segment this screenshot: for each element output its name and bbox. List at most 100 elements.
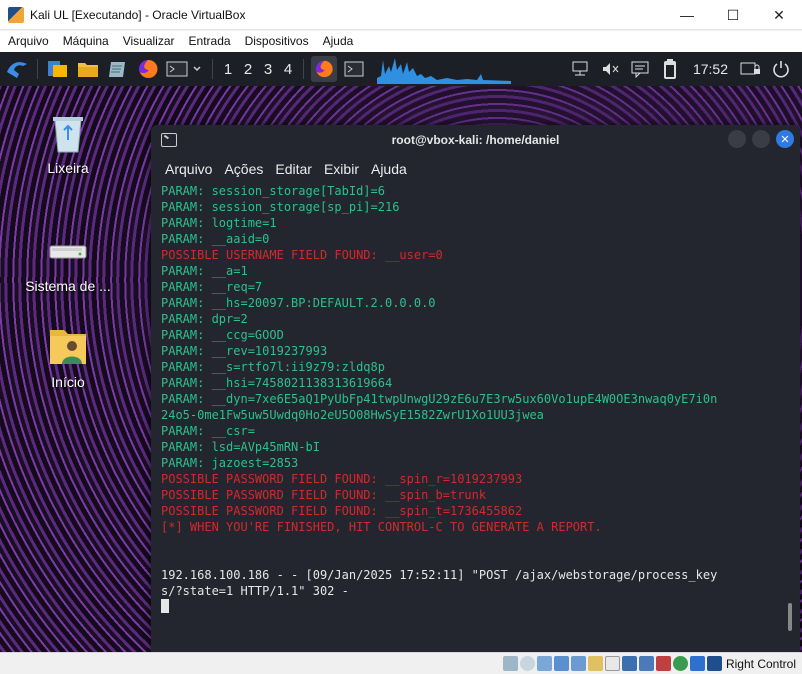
terminal-line: PARAM: lsd=AVp45mRN-bI (161, 440, 320, 454)
shared-folders-status-icon[interactable] (587, 656, 603, 671)
hard-disk-status-icon[interactable] (502, 656, 518, 671)
kali-top-panel: 1 2 3 4 17:52 (0, 52, 802, 86)
terminal-line: s/?state=1 HTTP/1.1" 302 - (161, 584, 349, 598)
guest-display[interactable]: 1 2 3 4 17:52 Lixeira Sistema de ... Iní… (0, 52, 802, 652)
taskbar-firefox-icon[interactable] (311, 56, 337, 82)
network-icon[interactable] (567, 56, 593, 82)
panel-separator (37, 59, 38, 79)
usb-status-icon[interactable] (570, 656, 586, 671)
vbox-menu-dispositivos[interactable]: Dispositivos (239, 31, 315, 52)
terminal-minimize-button[interactable] (728, 130, 746, 148)
workspace-3[interactable]: 3 (258, 61, 278, 78)
maximize-button[interactable]: ☐ (710, 0, 756, 30)
desktop-icon-home[interactable]: Início (18, 324, 118, 390)
terminal-maximize-button[interactable] (752, 130, 770, 148)
vbox-menu-arquivo[interactable]: Arquivo (2, 31, 55, 52)
desktop-icon-filesystem[interactable]: Sistema de ... (18, 228, 118, 294)
terminal-line: PARAM: __csr= (161, 424, 255, 438)
terminal-line: PARAM: session_storage[TabId]=6 (161, 184, 385, 198)
terminal-line: PARAM: __req=7 (161, 280, 263, 294)
folder-icon[interactable] (75, 56, 101, 82)
host-key-label: Right Control (725, 656, 796, 671)
notifications-icon[interactable] (627, 56, 653, 82)
terminal-line: 24o5-0me1Fw5uw5Uwdq0Ho2eU5O08HwSyE1582Zw… (161, 408, 544, 422)
clock[interactable]: 17:52 (693, 61, 728, 77)
terminal-line: 192.168.100.186 - - [09/Jan/2025 17:52:1… (161, 568, 718, 582)
lock-screen-icon[interactable] (738, 56, 764, 82)
trash-icon (53, 117, 83, 153)
power-icon[interactable] (768, 56, 794, 82)
terminal-line: PARAM: dpr=2 (161, 312, 248, 326)
close-icon: ✕ (780, 133, 790, 146)
battery-icon (657, 56, 683, 82)
optical-drive-status-icon[interactable] (519, 656, 535, 671)
cpu-graph (377, 54, 511, 84)
terminal-menu-editar[interactable]: Editar (275, 161, 312, 177)
home-folder-icon (50, 330, 86, 364)
terminal-line: PARAM: __rev=1019237993 (161, 344, 328, 358)
terminal-icon (161, 133, 177, 147)
desktop-icon-label: Início (51, 374, 85, 390)
terminal-line: PARAM: logtime=1 (161, 216, 277, 230)
display-status-icon[interactable] (604, 656, 620, 671)
workspace-1[interactable]: 1 (218, 61, 238, 78)
panel-separator (212, 59, 213, 79)
terminal-launcher-icon[interactable] (165, 56, 205, 82)
taskbar-terminal-icon[interactable] (341, 56, 367, 82)
terminal-menu-ajuda[interactable]: Ajuda (371, 161, 407, 177)
terminal-menu-acoes[interactable]: Ações (224, 161, 263, 177)
vbox-menubar: Arquivo Máquina Visualizar Entrada Dispo… (0, 31, 802, 52)
workspace-2[interactable]: 2 (238, 61, 258, 78)
terminal-close-button[interactable]: ✕ (776, 130, 794, 148)
terminal-output[interactable]: PARAM: session_storage[TabId]=6 PARAM: se… (161, 183, 776, 615)
files-icon[interactable] (45, 56, 71, 82)
kali-menu-icon[interactable] (4, 56, 30, 82)
desktop-icon-trash[interactable]: Lixeira (18, 110, 118, 176)
volume-muted-icon[interactable] (597, 56, 623, 82)
vbox-menu-entrada[interactable]: Entrada (183, 31, 237, 52)
recording-status-icon[interactable] (638, 656, 654, 671)
desktop-icon-label: Lixeira (47, 160, 89, 176)
terminal-menubar: Arquivo Ações Editar Exibir Ajuda (151, 155, 800, 182)
terminal-line: PARAM: __s=rtfo7l:ii9z79:zldq8p (161, 360, 385, 374)
minimize-button[interactable]: — (664, 0, 710, 30)
drive-icon (49, 245, 87, 259)
terminal-line: PARAM: __dyn=7xe6E5aQ1PyUbFp41twpUnwgU29… (161, 392, 718, 406)
close-button[interactable]: ✕ (756, 0, 802, 30)
desktop-icon-label: Sistema de ... (25, 278, 111, 294)
cpu-status-icon[interactable] (655, 656, 671, 671)
mouse-integration-status-icon[interactable] (689, 656, 705, 671)
terminal-line: POSSIBLE PASSWORD FIELD FOUND: __spin_t=… (161, 504, 523, 518)
terminal-title: root@vbox-kali: /home/daniel (391, 133, 560, 147)
panel-separator (303, 59, 304, 79)
text-editor-icon[interactable] (105, 56, 131, 82)
terminal-line: [*] WHEN YOU'RE FINISHED, HIT CONTROL-C … (161, 520, 602, 534)
firefox-icon[interactable] (135, 56, 161, 82)
workspace-4[interactable]: 4 (278, 61, 298, 78)
network-status-icon[interactable] (553, 656, 569, 671)
terminal-cursor (161, 599, 169, 613)
virtualization-status-icon[interactable] (672, 656, 688, 671)
terminal-window[interactable]: root@vbox-kali: /home/daniel ✕ Arquivo A… (151, 125, 800, 652)
terminal-scrollbar[interactable] (788, 603, 792, 631)
terminal-line: POSSIBLE PASSWORD FIELD FOUND: __spin_b=… (161, 488, 487, 502)
terminal-line: PARAM: session_storage[sp_pi]=216 (161, 200, 400, 214)
terminal-line: POSSIBLE PASSWORD FIELD FOUND: __spin_r=… (161, 472, 523, 486)
terminal-menu-arquivo[interactable]: Arquivo (165, 161, 212, 177)
window-title: Kali UL [Executando] - Oracle VirtualBox (30, 7, 246, 22)
vbox-menu-visualizar[interactable]: Visualizar (117, 31, 181, 52)
terminal-menu-exibir[interactable]: Exibir (324, 161, 359, 177)
terminal-titlebar[interactable]: root@vbox-kali: /home/daniel ✕ (151, 125, 800, 155)
terminal-line: PARAM: jazoest=2853 (161, 456, 299, 470)
vbox-menu-ajuda[interactable]: Ajuda (317, 31, 360, 52)
terminal-line: PARAM: __a=1 (161, 264, 248, 278)
vbox-statusbar: Right Control (0, 652, 802, 674)
vbox-menu-maquina[interactable]: Máquina (57, 31, 115, 52)
video-capture-status-icon[interactable] (621, 656, 637, 671)
terminal-line: PARAM: __ccg=GOOD (161, 328, 284, 342)
vbox-titlebar: Kali UL [Executando] - Oracle VirtualBox… (0, 0, 802, 30)
terminal-prompt-line[interactable] (161, 599, 776, 615)
audio-status-icon[interactable] (536, 656, 552, 671)
